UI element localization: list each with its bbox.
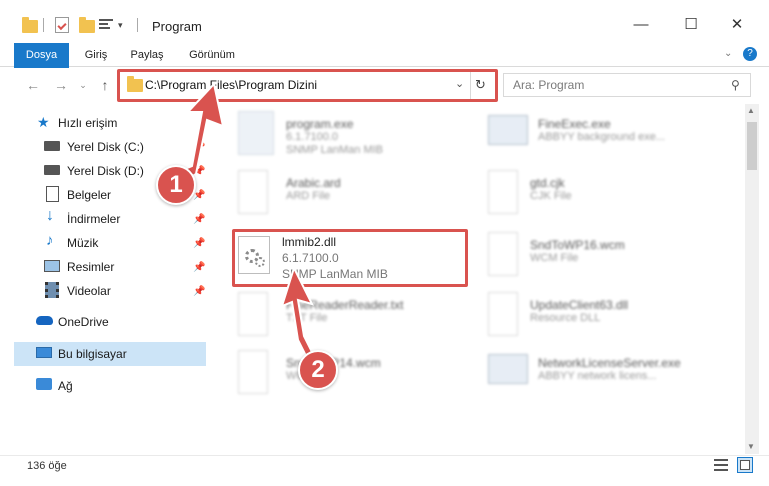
status-bar	[0, 455, 769, 486]
step-badge-1: 1	[156, 165, 196, 205]
details-view-icon[interactable]	[714, 459, 728, 471]
large-icons-view-icon[interactable]	[737, 457, 753, 473]
annotation-arrows	[166, 81, 322, 374]
item-count: 136 öğe	[27, 460, 67, 472]
step-badge-2: 2	[298, 350, 338, 390]
